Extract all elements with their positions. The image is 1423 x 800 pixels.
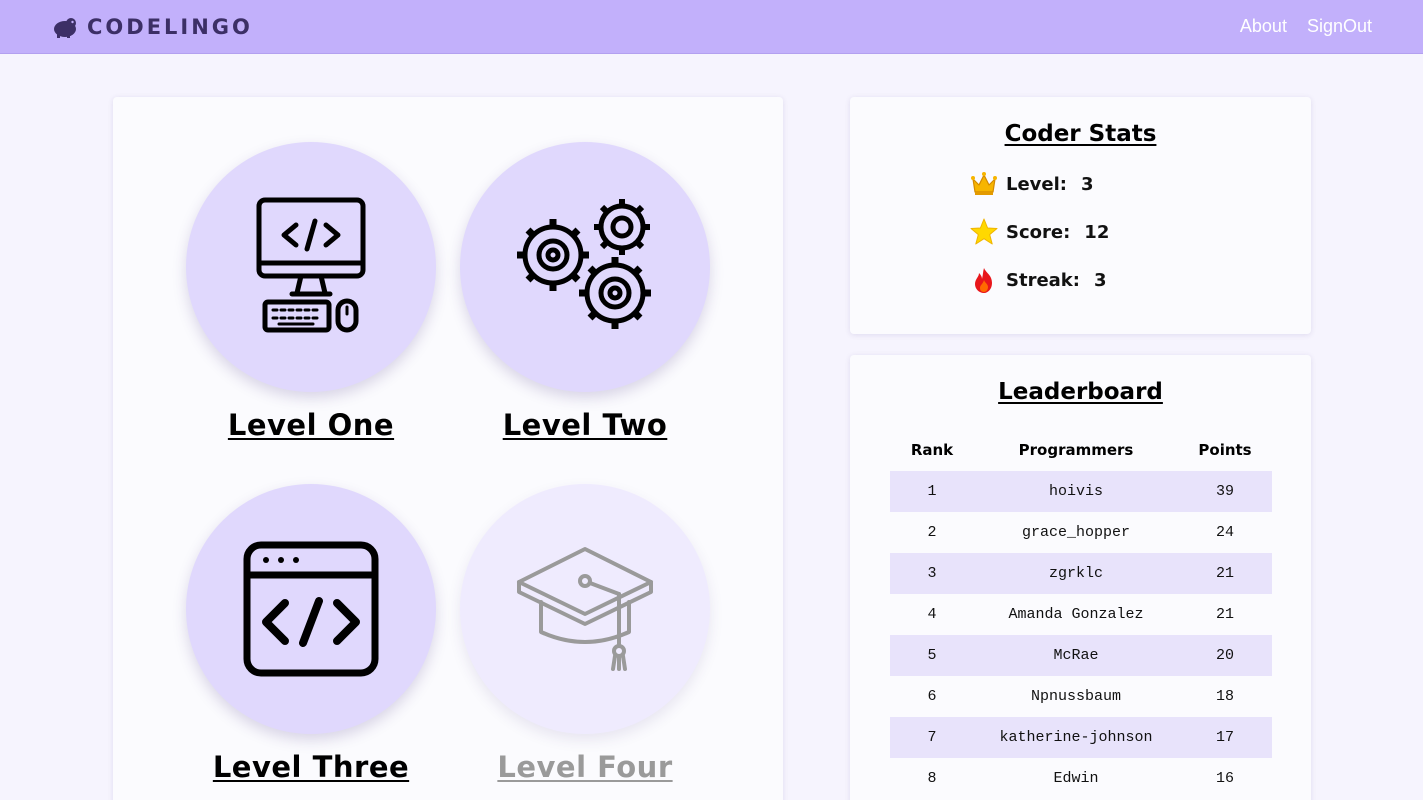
programmer-cell: Edwin: [1053, 770, 1099, 787]
level-four-label: Level Four: [497, 750, 673, 784]
table-row: 1 hoivis 39: [890, 471, 1272, 512]
level-four-tile: Level Four: [460, 484, 710, 784]
brand-logo[interactable]: CODELINGO: [52, 14, 253, 40]
level-three-label[interactable]: Level Three: [213, 750, 409, 784]
rank-cell: 2: [927, 524, 937, 541]
table-row: 3 zgrklc 21: [890, 553, 1272, 594]
level-two-circle[interactable]: [460, 142, 710, 392]
stat-streak-value: 3: [1093, 269, 1107, 291]
level-three-tile[interactable]: Level Three: [186, 484, 436, 784]
rank-cell: 1: [890, 471, 974, 512]
stat-streak: Streak: 3: [970, 266, 1107, 294]
mascot-icon: [54, 18, 76, 38]
leaderboard-table: Rank Programmers Points 1 hoivis 39 2 gr…: [890, 428, 1272, 799]
programmer-cell: Npnussbaum: [1030, 688, 1121, 705]
rank-cell: 7: [890, 717, 974, 758]
gears-icon: [517, 199, 651, 329]
programmer-cell: Amanda Gonzalez: [1008, 606, 1144, 623]
level-one-circle[interactable]: [186, 142, 436, 392]
points-cell: 24: [1215, 524, 1234, 541]
stat-streak-label: Streak:: [1006, 269, 1080, 291]
programmer-cell: McRae: [974, 635, 1178, 676]
code-window-icon: [243, 541, 379, 677]
column-header-programmers: Programmers: [1018, 440, 1134, 459]
level-one-label[interactable]: Level One: [228, 408, 394, 442]
crown-icon: [970, 170, 998, 198]
leaderboard-panel: Leaderboard Rank Programmers Points 1 ho…: [850, 355, 1311, 800]
stat-score: Score: 12: [970, 218, 1109, 246]
level-one-tile[interactable]: Level One: [186, 142, 436, 442]
points-cell: 21: [1178, 553, 1272, 594]
level-two-label[interactable]: Level Two: [503, 408, 668, 442]
table-row: 7 katherine-johnson 17: [890, 717, 1272, 758]
star-icon: [970, 218, 998, 246]
stat-score-label: Score:: [1006, 221, 1071, 243]
computer-code-icon: [256, 197, 366, 333]
programmer-cell: katherine-johnson: [974, 717, 1178, 758]
level-four-circle: [460, 484, 710, 734]
brand-name: CODELINGO: [87, 15, 253, 39]
coder-stats-panel: Coder Stats Level: 3 Score: 12 Streak: 3: [850, 97, 1311, 334]
graduation-cap-icon: [517, 547, 653, 671]
points-cell: 18: [1215, 688, 1234, 705]
points-cell: 17: [1178, 717, 1272, 758]
programmer-cell: hoivis: [974, 471, 1178, 512]
nav-about-link[interactable]: About: [1240, 16, 1287, 37]
top-navbar: CODELINGO About SignOut: [0, 0, 1423, 54]
table-row: 6 Npnussbaum 18: [890, 676, 1272, 717]
coder-stats-title: Coder Stats: [1004, 121, 1157, 147]
leaderboard-header-row: Rank Programmers Points: [890, 428, 1272, 471]
points-cell: 16: [1215, 770, 1234, 787]
level-two-tile[interactable]: Level Two: [460, 142, 710, 442]
rank-cell: 5: [890, 635, 974, 676]
programmer-cell: grace_hopper: [1021, 524, 1131, 541]
table-row: 4 Amanda Gonzalez 21: [890, 594, 1272, 635]
level-three-circle[interactable]: [186, 484, 436, 734]
table-row: 2 grace_hopper 24: [890, 512, 1272, 553]
programmer-cell: zgrklc: [974, 553, 1178, 594]
stat-score-value: 12: [1084, 221, 1110, 243]
points-cell: 20: [1178, 635, 1272, 676]
rank-cell: 8: [927, 770, 937, 787]
flame-icon: [970, 266, 998, 294]
rank-cell: 6: [927, 688, 937, 705]
points-cell: 39: [1178, 471, 1272, 512]
nav-signout-link[interactable]: SignOut: [1307, 16, 1372, 37]
stat-level-label: Level:: [1006, 173, 1067, 195]
leaderboard-title: Leaderboard: [998, 379, 1163, 405]
column-header-points: Points: [1198, 440, 1252, 459]
stat-level-value: 3: [1081, 173, 1094, 195]
nav-links: About SignOut: [1220, 16, 1372, 37]
table-row: 8 Edwin 16: [890, 758, 1272, 799]
stat-level: Level: 3: [970, 170, 1094, 198]
rank-cell: 4: [927, 606, 937, 623]
levels-panel: Level One Level Two Level Three Level Fo…: [113, 97, 783, 800]
column-header-rank: Rank: [910, 440, 954, 459]
table-row: 5 McRae 20: [890, 635, 1272, 676]
points-cell: 21: [1215, 606, 1234, 623]
rank-cell: 3: [890, 553, 974, 594]
